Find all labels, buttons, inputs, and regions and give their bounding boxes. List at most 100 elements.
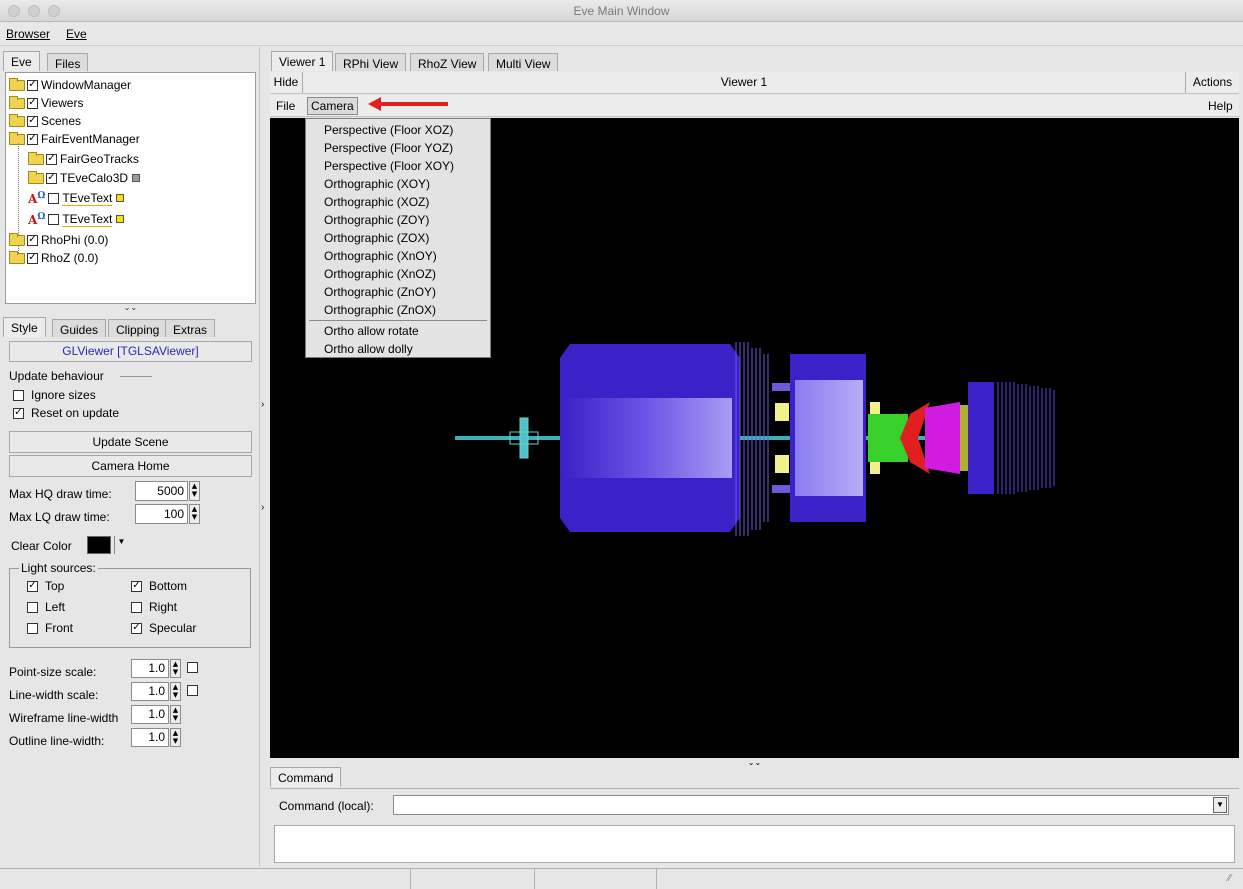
tree-item-rhophi[interactable]: ✓ RhoPhi (0.0) xyxy=(9,231,108,249)
wireframe-stepper[interactable]: ▲ ▼ xyxy=(170,705,181,724)
color-swatch[interactable] xyxy=(116,215,125,223)
tree-item-teve-text-1[interactable]: AΩ TEveText xyxy=(28,189,125,207)
tree-checkbox[interactable]: ✓ xyxy=(27,115,38,127)
tab-command[interactable]: Command xyxy=(270,767,342,787)
point-size-checkbox[interactable] xyxy=(187,662,198,673)
tree-item-teve-calo3d[interactable]: ✓ TEveCalo3D xyxy=(28,169,141,187)
tree-item-fair-event-manager[interactable]: ✓ FairEventManager xyxy=(9,130,140,148)
tree-item-scenes[interactable]: ✓ Scenes xyxy=(9,112,81,130)
light-bottom-option[interactable]: ✓ Bottom xyxy=(131,579,187,593)
line-width-checkbox[interactable] xyxy=(187,685,198,696)
window-title: Eve Main Window xyxy=(573,4,670,18)
max-hq-stepper[interactable]: ▲ ▼ xyxy=(189,481,200,501)
light-left-checkbox[interactable] xyxy=(27,601,38,613)
color-swatch[interactable] xyxy=(116,194,125,202)
tree-checkbox[interactable]: ✓ xyxy=(27,79,38,91)
tree-checkbox[interactable] xyxy=(48,213,60,225)
bottom-splitter[interactable]: ⌄⌄ xyxy=(270,759,1239,767)
tab-rhoz-view[interactable]: RhoZ View xyxy=(410,53,485,71)
tree-checkbox[interactable]: ✓ xyxy=(46,153,57,165)
tree-item-rhoz[interactable]: ✓ RhoZ (0.0) xyxy=(9,249,98,267)
max-lq-stepper[interactable]: ▲ ▼ xyxy=(189,504,200,524)
light-top-checkbox[interactable]: ✓ xyxy=(27,580,38,592)
point-size-stepper[interactable]: ▲ ▼ xyxy=(170,659,181,678)
ignore-sizes-option[interactable]: Ignore sizes xyxy=(13,388,96,402)
color-swatch[interactable] xyxy=(132,174,141,182)
tab-clipping[interactable]: Clipping xyxy=(108,319,168,337)
menu-eve[interactable]: Eve xyxy=(66,27,87,41)
tree-checkbox[interactable]: ✓ xyxy=(27,234,38,246)
hide-button[interactable]: Hide xyxy=(270,72,303,93)
tree-checkbox[interactable] xyxy=(48,192,60,204)
resize-grip-icon[interactable]: ⁄⁄ xyxy=(1228,873,1240,885)
line-width-input[interactable]: 1.0 xyxy=(131,682,169,701)
menu-item-perspective-floor-yoz[interactable]: Perspective (Floor YOZ) xyxy=(324,141,453,155)
outline-stepper[interactable]: ▲ ▼ xyxy=(170,728,181,747)
light-specular-option[interactable]: ✓ Specular xyxy=(131,621,196,635)
menu-browser[interactable]: Browser xyxy=(6,27,50,41)
line-width-stepper[interactable]: ▲ ▼ xyxy=(170,682,181,701)
wireframe-input[interactable]: 1.0 xyxy=(131,705,169,724)
menu-item-ortho-zox[interactable]: Orthographic (ZOX) xyxy=(324,231,429,245)
ignore-sizes-checkbox[interactable] xyxy=(13,389,24,401)
chevron-right-icon: › xyxy=(261,399,265,410)
tab-viewer-1[interactable]: Viewer 1 xyxy=(271,51,334,71)
reset-on-update-checkbox[interactable]: ✓ xyxy=(13,407,24,419)
chevron-down-icon[interactable]: ▼ xyxy=(114,536,128,554)
command-history-dropdown[interactable]: ▼ xyxy=(1213,797,1227,813)
viewer-name-button[interactable]: GLViewer [TGLSAViewer] xyxy=(9,341,252,362)
help-menu[interactable]: Help xyxy=(1208,99,1233,113)
tab-style[interactable]: Style xyxy=(3,317,46,337)
light-specular-checkbox[interactable]: ✓ xyxy=(131,622,142,634)
tree-item-teve-text-2[interactable]: AΩ TEveText xyxy=(28,210,125,228)
tab-rphi-view[interactable]: RPhi View xyxy=(335,53,407,71)
menu-item-ortho-xnoy[interactable]: Orthographic (XnOY) xyxy=(324,249,437,263)
light-front-option[interactable]: Front xyxy=(27,621,73,635)
command-input[interactable] xyxy=(393,795,1229,815)
tree-checkbox[interactable]: ✓ xyxy=(27,133,38,145)
menu-item-perspective-floor-xoz[interactable]: Perspective (Floor XOZ) xyxy=(324,123,453,137)
tab-files[interactable]: Files xyxy=(47,53,89,71)
camera-dropdown-menu: Perspective (Floor XOZ) Perspective (Flo… xyxy=(305,118,491,358)
line-width-label: Line-width scale: xyxy=(9,688,99,702)
tab-guides[interactable]: Guides xyxy=(52,319,107,337)
menu-item-ortho-znoy[interactable]: Orthographic (ZnOY) xyxy=(324,285,436,299)
light-bottom-checkbox[interactable]: ✓ xyxy=(131,580,142,592)
actions-button[interactable]: Actions xyxy=(1185,72,1239,93)
ignore-sizes-label: Ignore sizes xyxy=(31,388,96,402)
outline-input[interactable]: 1.0 xyxy=(131,728,169,747)
light-front-checkbox[interactable] xyxy=(27,622,38,634)
light-right-checkbox[interactable] xyxy=(131,601,142,613)
tree-item-fair-geo-tracks[interactable]: ✓ FairGeoTracks xyxy=(28,150,139,168)
vertical-splitter[interactable]: ⌄⌄ xyxy=(5,304,256,314)
horizontal-splitter[interactable]: › › xyxy=(259,47,268,867)
menu-item-ortho-xoz[interactable]: Orthographic (XOZ) xyxy=(324,195,429,209)
tree-checkbox[interactable]: ✓ xyxy=(27,97,38,109)
point-size-input[interactable]: 1.0 xyxy=(131,659,169,678)
menu-item-ortho-allow-rotate[interactable]: Ortho allow rotate xyxy=(324,324,419,338)
menu-item-ortho-xoy[interactable]: Orthographic (XOY) xyxy=(324,177,430,191)
light-top-option[interactable]: ✓ Top xyxy=(27,579,64,593)
camera-menu[interactable]: Camera xyxy=(307,97,358,115)
update-scene-button[interactable]: Update Scene xyxy=(9,431,252,453)
clear-color-swatch[interactable] xyxy=(87,536,111,554)
menu-item-perspective-floor-xoy[interactable]: Perspective (Floor XOY) xyxy=(324,159,454,173)
tree-checkbox[interactable]: ✓ xyxy=(27,252,38,264)
tree-item-viewers[interactable]: ✓ Viewers xyxy=(9,94,83,112)
light-right-option[interactable]: Right xyxy=(131,600,177,614)
max-lq-input[interactable]: 100 xyxy=(135,504,188,524)
max-hq-input[interactable]: 5000 xyxy=(135,481,188,501)
light-left-option[interactable]: Left xyxy=(27,600,65,614)
menu-item-ortho-xnoz[interactable]: Orthographic (XnOZ) xyxy=(324,267,436,281)
menu-item-ortho-zoy[interactable]: Orthographic (ZOY) xyxy=(324,213,429,227)
reset-on-update-option[interactable]: ✓ Reset on update xyxy=(13,406,119,420)
tab-multi-view[interactable]: Multi View xyxy=(488,53,559,71)
camera-home-button[interactable]: Camera Home xyxy=(9,455,252,477)
menu-item-ortho-allow-dolly[interactable]: Ortho allow dolly xyxy=(324,342,413,356)
tree-item-window-manager[interactable]: ✓ WindowManager xyxy=(9,76,131,94)
tab-extras[interactable]: Extras xyxy=(165,319,216,337)
tab-eve[interactable]: Eve xyxy=(3,51,40,71)
file-menu[interactable]: File xyxy=(276,99,295,113)
tree-checkbox[interactable]: ✓ xyxy=(46,172,57,184)
menu-item-ortho-znox[interactable]: Orthographic (ZnOX) xyxy=(324,303,436,317)
